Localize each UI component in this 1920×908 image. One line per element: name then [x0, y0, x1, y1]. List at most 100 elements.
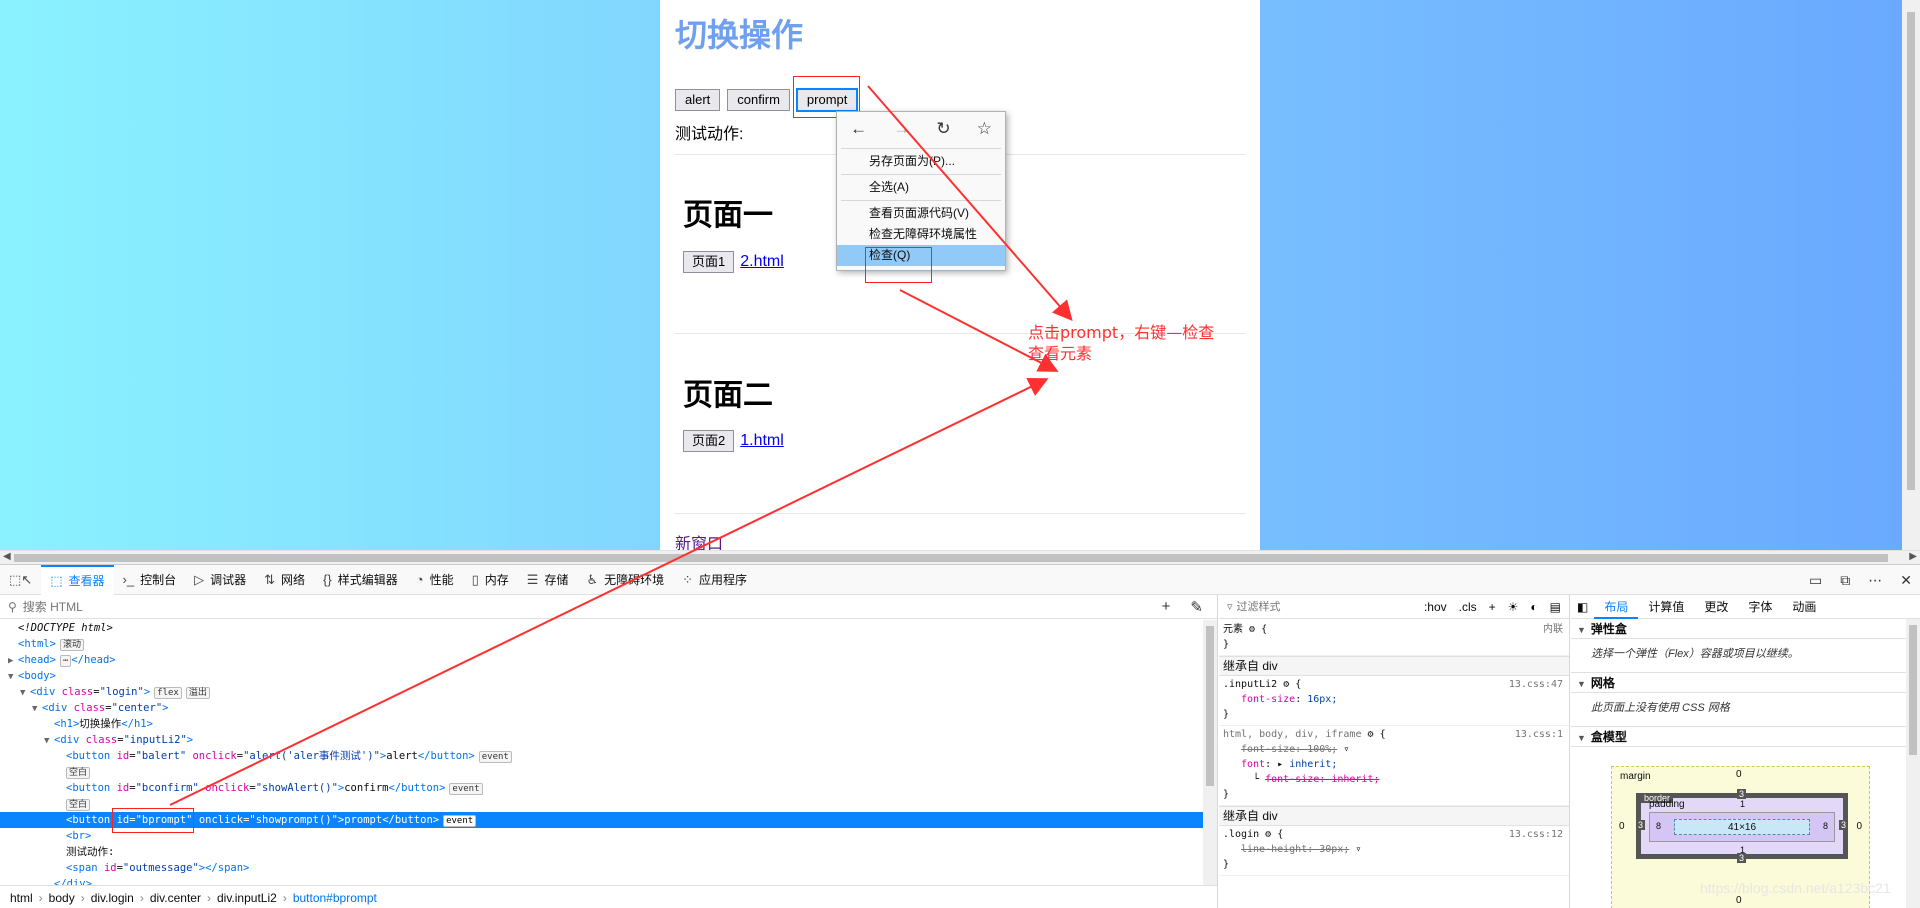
content-box[interactable]: 41×16: [1674, 819, 1810, 835]
bookmark-star-icon[interactable]: ☆: [977, 119, 992, 139]
css-rule[interactable]: .login ⚙ { 13.css:12 line-height: 30px; …: [1219, 826, 1569, 876]
responsive-design-icon[interactable]: ▭: [1809, 572, 1822, 589]
markup-line[interactable]: ▶ <head> ⋯ </head>: [0, 652, 1203, 668]
page1-button[interactable]: 页面1: [683, 251, 735, 273]
property-value[interactable]: inherit;: [1289, 759, 1337, 770]
breadcrumb-item[interactable]: html: [10, 891, 33, 905]
boxmodel-section-header[interactable]: ▼ 盒模型: [1571, 727, 1920, 747]
markup-scrollbar[interactable]: [1203, 620, 1217, 885]
grid-section-header[interactable]: ▼ 网格: [1571, 673, 1920, 693]
scrollbar-thumb[interactable]: [1907, 12, 1915, 490]
tab-memory[interactable]: ▯ 内存: [463, 565, 518, 595]
overridden-property[interactable]: line-height: 30px;: [1241, 844, 1349, 855]
rule-source[interactable]: 13.css:1: [1515, 727, 1563, 742]
css-rule[interactable]: .inputLi2 ⚙ { 13.css:47 font-size: 16px;…: [1219, 676, 1569, 726]
tab-performance[interactable]: ◔ 性能: [407, 565, 463, 595]
dock-side-icon[interactable]: ⧉: [1840, 572, 1850, 589]
markup-line[interactable]: <button id="balert" onclick="alert('aler…: [0, 748, 1203, 764]
eyedropper-icon[interactable]: ✎: [1190, 598, 1203, 616]
tab-application[interactable]: ⁘ 应用程序: [673, 565, 756, 595]
page2-button[interactable]: 页面2: [683, 430, 735, 452]
tab-computed[interactable]: 计算值: [1638, 595, 1694, 619]
tab-fonts[interactable]: 字体: [1738, 595, 1782, 619]
markup-line[interactable]: ▼ <div class="login"> flex 溢出: [0, 684, 1203, 700]
more-options-icon[interactable]: ⋯: [1868, 572, 1882, 589]
padding-left-value[interactable]: 8: [1656, 821, 1661, 831]
scrollbar-thumb[interactable]: [1206, 626, 1214, 786]
tab-accessibility[interactable]: ♿ 无障碍环境: [577, 565, 673, 595]
markup-tree[interactable]: <!DOCTYPE html> <html> 滚动 ▶ <head> ⋯ </head> ▼ <…: [0, 620, 1203, 885]
confirm-button[interactable]: confirm: [727, 89, 790, 111]
markup-line[interactable]: <html> 滚动: [0, 636, 1203, 652]
scrollbar-thumb[interactable]: [14, 554, 1888, 562]
html-search-input[interactable]: [22, 599, 323, 614]
property-name[interactable]: font-size: [1241, 694, 1295, 705]
filter-styles-input[interactable]: [1236, 600, 1347, 613]
rule-source[interactable]: 内联: [1543, 622, 1563, 637]
scrollbar-thumb[interactable]: [1909, 625, 1917, 755]
markup-line[interactable]: <h1>切换操作</h1>: [0, 716, 1203, 732]
menu-view-source[interactable]: 查看页面源代码(V): [837, 203, 1005, 224]
margin-bottom-value[interactable]: 0: [1736, 895, 1742, 906]
css-rule[interactable]: html, body, div, iframe ⚙ { 13.css:1 fon…: [1219, 726, 1569, 806]
element-picker-icon[interactable]: ⬚↖: [0, 565, 41, 595]
tab-animations[interactable]: 动画: [1782, 595, 1826, 619]
markup-line[interactable]: ▼ <body>: [0, 668, 1203, 684]
class-toggle[interactable]: .cls: [1459, 600, 1477, 614]
markup-line[interactable]: ▼ <div class="inputLi2">: [0, 732, 1203, 748]
border-top-value[interactable]: 3: [1737, 789, 1747, 799]
markup-line[interactable]: <span id="outmessage"></span>: [0, 860, 1203, 876]
dark-scheme-icon[interactable]: ◐: [1530, 600, 1537, 614]
breadcrumb-item[interactable]: div.center: [150, 891, 201, 905]
markup-line[interactable]: </div>: [0, 876, 1203, 885]
tab-inspector[interactable]: ⬚ 查看器: [41, 564, 114, 595]
element-rule[interactable]: 元素 ⚙ { 内联 }: [1219, 621, 1569, 656]
tab-changes[interactable]: 更改: [1694, 595, 1738, 619]
menu-select-all[interactable]: 全选(A): [837, 177, 1005, 198]
breadcrumb-item[interactable]: button#bprompt: [293, 891, 377, 905]
markup-line[interactable]: 测试动作:: [0, 844, 1203, 860]
reload-icon[interactable]: ↻: [936, 119, 950, 139]
scroll-left-icon[interactable]: ◀: [3, 551, 11, 562]
overridden-property[interactable]: font-size: inherit;: [1265, 774, 1379, 785]
breadcrumb-item[interactable]: div.login: [91, 891, 134, 905]
rule-source[interactable]: 13.css:12: [1509, 827, 1563, 842]
flexbox-section-header[interactable]: ▼ 弹性盒: [1571, 619, 1920, 639]
add-node-icon[interactable]: +: [1162, 598, 1171, 616]
page-horizontal-scrollbar[interactable]: ◀ ▶: [0, 550, 1920, 564]
close-icon[interactable]: ✕: [1900, 572, 1912, 589]
link-1-html[interactable]: 1.html: [740, 432, 784, 450]
markup-line[interactable]: ▼ <div class="center">: [0, 700, 1203, 716]
tab-console[interactable]: ›_ 控制台: [114, 565, 186, 595]
markup-line[interactable]: <button id="bconfirm" onclick="showAlert…: [0, 780, 1203, 796]
menu-save-page-as[interactable]: 另存页面为(P)...: [837, 151, 1005, 172]
tab-layout[interactable]: 布局: [1594, 595, 1639, 619]
border-left-value[interactable]: 3: [1636, 820, 1646, 830]
breadcrumb-item[interactable]: div.inputLi2: [217, 891, 277, 905]
tab-style-editor[interactable]: {} 样式编辑器: [314, 565, 407, 595]
new-window-link[interactable]: 新窗口: [675, 530, 723, 550]
border-right-value[interactable]: 3: [1838, 820, 1848, 830]
padding-top-value[interactable]: 1: [1740, 799, 1745, 809]
overridden-property[interactable]: font-size: 100%;: [1241, 744, 1337, 755]
alert-button[interactable]: alert: [675, 89, 721, 111]
back-arrow-icon[interactable]: ←: [850, 119, 867, 139]
markup-line[interactable]: 空白: [0, 764, 1203, 780]
padding-bottom-value[interactable]: 1: [1740, 845, 1745, 855]
light-scheme-icon[interactable]: ☀: [1508, 600, 1519, 614]
margin-left-value[interactable]: 0: [1619, 821, 1625, 832]
link-2-html[interactable]: 2.html: [740, 253, 784, 271]
add-rule-icon[interactable]: +: [1489, 600, 1496, 614]
margin-right-value[interactable]: 0: [1856, 821, 1862, 832]
scroll-right-icon[interactable]: ▶: [1909, 551, 1917, 562]
property-name[interactable]: font: [1241, 759, 1265, 770]
page-vertical-scrollbar[interactable]: [1902, 0, 1920, 550]
rule-source[interactable]: 13.css:47: [1509, 677, 1563, 692]
markup-line[interactable]: <!DOCTYPE html>: [0, 620, 1203, 636]
hover-state-toggle[interactable]: :hov: [1424, 600, 1447, 614]
tab-network[interactable]: ⇅ 网络: [255, 565, 314, 595]
menu-inspect-accessibility[interactable]: 检查无障碍环境属性: [837, 224, 1005, 245]
margin-top-value[interactable]: 0: [1736, 769, 1742, 780]
print-media-icon[interactable]: ▤: [1550, 600, 1561, 614]
layout-scrollbar[interactable]: [1906, 619, 1920, 908]
